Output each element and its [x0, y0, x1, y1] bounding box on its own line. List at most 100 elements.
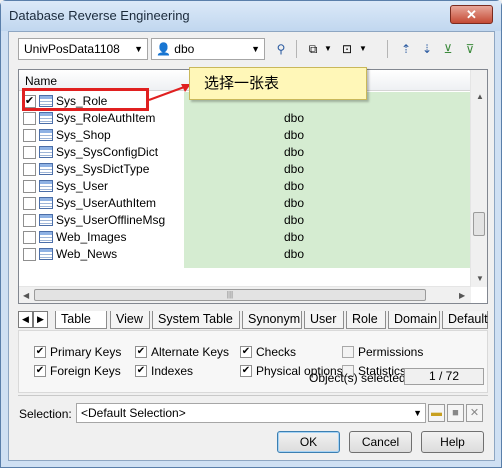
tab-next-icon[interactable]: ▶ [33, 311, 48, 328]
row-name: Sys_UserAuthItem [56, 196, 157, 210]
chevron-down-icon[interactable]: ▼ [353, 39, 373, 59]
close-icon[interactable]: ✕ [450, 5, 493, 24]
table-icon [39, 129, 53, 141]
row-name: Sys_SysDictType [56, 162, 150, 176]
owner-filter-icon[interactable]: ⚲ [271, 39, 291, 59]
row-checkbox[interactable] [23, 112, 36, 125]
table-icon [39, 180, 53, 192]
help-button[interactable]: Help [421, 431, 484, 453]
folder-icon[interactable]: ▬ [428, 404, 445, 422]
row-checkbox[interactable] [23, 214, 36, 227]
row-owner: dbo [284, 111, 305, 125]
scroll-right-icon[interactable]: ▶ [459, 291, 465, 300]
row-owner: dbo [284, 230, 305, 244]
dialog-window: Database Reverse Engineering ✕ UnivPosDa… [0, 0, 502, 468]
row-owner: dbo [284, 145, 305, 159]
scroll-down-icon[interactable]: ▼ [476, 274, 484, 283]
tab-system-table[interactable]: System Table [152, 311, 240, 329]
row-name: Sys_RoleAuthItem [56, 111, 156, 125]
checkmark-icon: ✔ [240, 346, 252, 358]
table-row[interactable]: Sys_SysConfigDict dbo [19, 144, 471, 161]
move-up-icon[interactable]: ⇡ [396, 39, 416, 59]
row-checkbox[interactable] [23, 197, 36, 210]
toolbar-separator [296, 40, 297, 58]
row-name: Sys_User [56, 179, 109, 193]
vertical-scrollbar[interactable]: ▲ ▼ [470, 70, 487, 287]
filter-clear-icon[interactable]: ⊽ [460, 39, 480, 59]
row-owner: dbo [284, 162, 305, 176]
column-header-name[interactable]: Name [25, 74, 57, 88]
row-checkbox[interactable] [23, 129, 36, 142]
permissions-label: Permissions [358, 345, 424, 359]
title-bar: Database Reverse Engineering ✕ [1, 1, 501, 31]
database-select[interactable]: UnivPosData1108 ▼ [18, 38, 148, 60]
tab-role[interactable]: Role [346, 311, 386, 329]
move-down-icon[interactable]: ⇣ [417, 39, 437, 59]
chevron-down-icon[interactable]: ▼ [318, 39, 338, 59]
objects-selected-count: 1 / 72 [404, 368, 484, 385]
table-row[interactable]: Web_Images dbo [19, 229, 471, 246]
horizontal-scrollbar[interactable]: ◀ ||| ▶ [19, 286, 471, 303]
owner-select[interactable]: 👤 dbo ▼ [151, 38, 265, 60]
table-row[interactable]: Sys_UserAuthItem dbo [19, 195, 471, 212]
vertical-scroll-thumb[interactable] [473, 212, 485, 236]
checks-label: Checks [256, 345, 297, 359]
selection-select[interactable]: <Default Selection> ▼ [76, 403, 426, 423]
tab-default[interactable]: Default [442, 311, 488, 329]
checkmark-icon: ✔ [240, 365, 252, 377]
row-checkbox[interactable] [23, 248, 36, 261]
horizontal-scroll-thumb[interactable]: ||| [34, 289, 426, 301]
table-icon [39, 231, 53, 243]
table-icon [39, 163, 53, 175]
tab-prev-icon[interactable]: ◀ [18, 311, 33, 328]
row-owner: dbo [284, 247, 305, 261]
row-name: Web_News [56, 247, 118, 261]
save-icon[interactable]: ■ [447, 404, 464, 422]
row-name: Sys_Shop [56, 128, 111, 142]
row-owner: dbo [284, 128, 305, 142]
divider [18, 395, 488, 396]
object-type-tabs: ◀ ▶ Table View System Table Synonym User… [18, 311, 488, 329]
row-checkbox[interactable] [23, 163, 36, 176]
tab-table[interactable]: Table [55, 311, 107, 329]
scroll-left-icon[interactable]: ◀ [23, 291, 29, 300]
chevron-down-icon: ▼ [413, 408, 422, 418]
table-icon [39, 112, 53, 124]
table-row[interactable]: Sys_Shop dbo [19, 127, 471, 144]
tab-synonym[interactable]: Synonym [242, 311, 302, 329]
tab-domain[interactable]: Domain [388, 311, 440, 329]
tab-view[interactable]: View [110, 311, 150, 329]
row-checkbox[interactable] [23, 231, 36, 244]
table-row[interactable]: Sys_User dbo [19, 178, 471, 195]
table-icon [39, 214, 53, 226]
user-icon: 👤 [156, 42, 171, 56]
tab-user[interactable]: User [304, 311, 344, 329]
table-row[interactable]: Sys_SysDictType dbo [19, 161, 471, 178]
ok-button[interactable]: OK [277, 431, 340, 453]
database-value: UnivPosData1108 [24, 42, 120, 56]
owner-value: dbo [174, 42, 195, 56]
callout-arrow-icon [148, 84, 191, 101]
table-row[interactable]: Sys_UserOfflineMsg dbo [19, 212, 471, 229]
row-checkbox[interactable] [23, 180, 36, 193]
checkmark-icon: ✔ [135, 365, 147, 377]
filter-icon[interactable]: ⊻ [438, 39, 458, 59]
row-name: Sys_SysConfigDict [56, 145, 159, 159]
row-checkbox[interactable] [23, 146, 36, 159]
table-row[interactable]: Web_News dbo [19, 246, 471, 263]
checkmark-icon: ✔ [34, 346, 46, 358]
selection-value: <Default Selection> [81, 406, 186, 420]
dialog-body: UnivPosData1108 ▼ 👤 dbo ▼ ⚲ ⧉ ▼ ⊡ ▼ ⇡ ⇣ … [8, 31, 495, 461]
chevron-down-icon: ▼ [251, 44, 260, 54]
delete-icon[interactable]: ✕ [466, 404, 483, 422]
scroll-up-icon[interactable]: ▲ [476, 92, 484, 101]
table-row[interactable]: Sys_RoleAuthItem dbo [19, 110, 471, 127]
chevron-down-icon: ▼ [134, 44, 143, 54]
row-owner: dbo [284, 196, 305, 210]
alternate-keys-label: Alternate Keys [151, 345, 230, 359]
cancel-button[interactable]: Cancel [349, 431, 412, 453]
row-name: Sys_UserOfflineMsg [56, 213, 166, 227]
row-owner: dbo [284, 213, 305, 227]
indexes-label: Indexes [151, 364, 194, 378]
checkmark-icon: ✔ [135, 346, 147, 358]
